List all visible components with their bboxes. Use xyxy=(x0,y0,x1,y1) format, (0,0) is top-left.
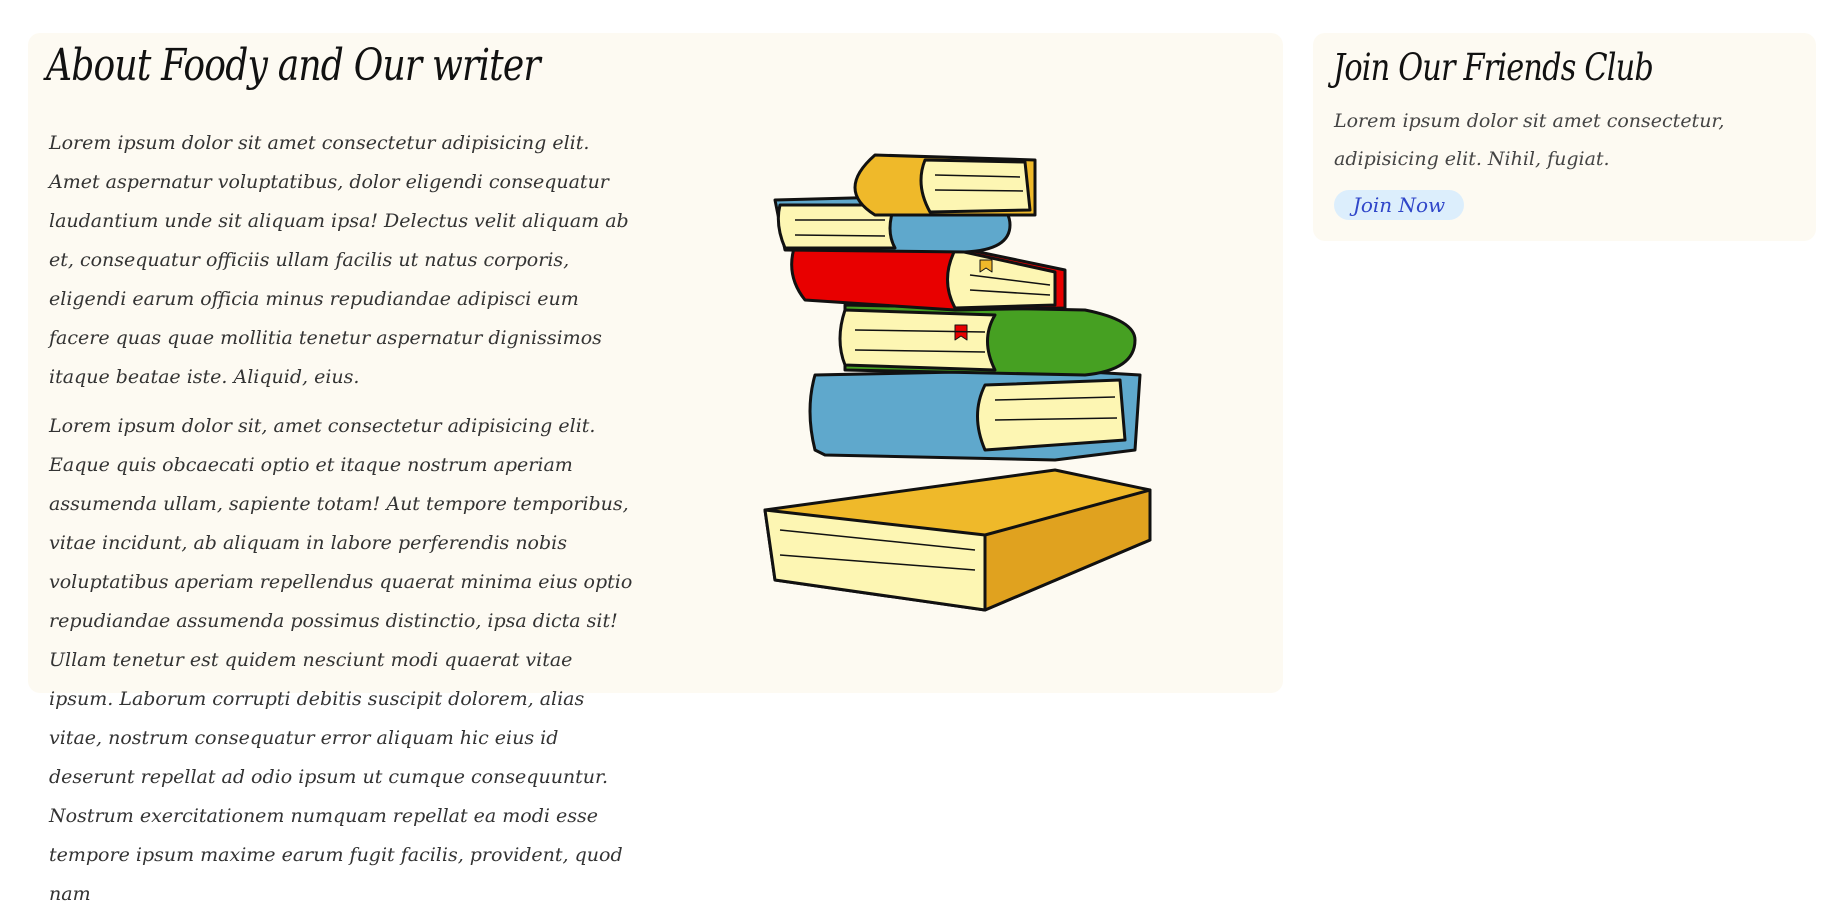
about-paragraph-1: Lorem ipsum dolor sit amet consectetur a… xyxy=(49,132,629,388)
about-title: About Foody and Our writer xyxy=(46,40,541,91)
about-paragraph-2: Lorem ipsum dolor sit, amet consectetur … xyxy=(49,415,633,905)
join-now-button[interactable]: Join Now xyxy=(1334,190,1464,220)
club-description: Lorem ipsum dolor sit amet consectetur, … xyxy=(1334,110,1725,170)
stacked-books-illustration xyxy=(763,153,1152,612)
about-text: Lorem ipsum dolor sit amet consectetur a… xyxy=(49,124,639,924)
club-title: Join Our Friends Club xyxy=(1333,46,1654,89)
